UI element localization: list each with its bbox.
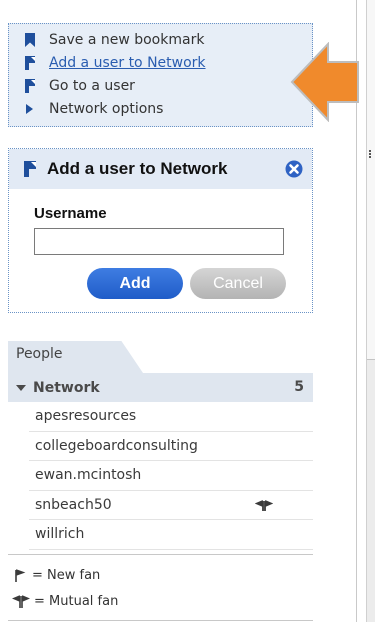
add-user-panel: Add a user to Network Username Add Cance… [8,148,313,313]
user-flag-icon [24,161,36,177]
list-item[interactable]: ewan.mcintosh [29,461,313,491]
menu-item-add-user[interactable]: Add a user to Network [23,51,312,74]
list-item[interactable]: willrich [29,520,313,550]
user-name[interactable]: snbeach50 [35,497,112,513]
people-list: apesresources collegeboardconsulting ewa… [29,402,313,550]
user-name[interactable]: willrich [35,526,84,542]
menu-item-network-options[interactable]: Network options [23,97,312,120]
legend-mutual-fan: = Mutual fan [12,594,118,609]
menu-item-label: Save a new bookmark [49,31,205,48]
menu-item-label[interactable]: Add a user to Network [49,55,206,71]
user-name[interactable]: apesresources [35,408,136,424]
divider [8,554,313,555]
user-name[interactable]: ewan.mcintosh [35,467,141,483]
user-name[interactable]: collegeboardconsulting [35,438,198,454]
menu-item-label: Network options [49,100,164,117]
mutual-fan-icon [12,594,30,608]
close-icon[interactable] [285,160,303,178]
network-group-header[interactable]: Network 5 [8,373,313,402]
menu-item-save-bookmark[interactable]: Save a new bookmark [23,28,312,51]
username-input[interactable] [34,228,284,255]
menu-item-go-to-user[interactable]: Go to a user [23,74,312,97]
page: Save a new bookmark Add a user to Networ… [0,0,375,622]
cancel-button[interactable]: Cancel [190,268,286,299]
pointer-arrow-icon [290,42,359,122]
list-item[interactable]: snbeach50 [29,491,313,520]
list-item[interactable]: apesresources [29,402,313,432]
resize-grip-icon[interactable] [369,150,371,158]
chevron-down-icon[interactable] [16,384,26,391]
legend-new-fan-label: = New fan [32,568,101,583]
menu-item-label: Go to a user [49,77,135,94]
bookmark-menu: Save a new bookmark Add a user to Networ… [8,23,313,127]
divider [8,620,313,621]
legend-mutual-fan-label: = Mutual fan [34,594,119,609]
new-fan-icon [15,568,26,582]
add-button[interactable]: Add [87,268,183,299]
panel-title: Add a user to Network [47,159,228,178]
tab-people[interactable]: People [8,341,143,373]
scrollbar[interactable] [366,0,375,622]
list-item[interactable]: collegeboardconsulting [29,432,313,461]
scrollbar-thumb[interactable] [367,0,375,360]
network-count: 5 [294,379,304,395]
legend-new-fan: = New fan [12,568,100,583]
mutual-fan-icon [255,499,273,511]
username-label: Username [34,205,107,222]
panel-header: Add a user to Network [9,149,312,189]
network-label: Network [33,379,100,396]
user-flag-icon [25,78,35,93]
user-flag-icon [25,55,35,70]
triangle-right-icon [26,103,33,114]
bookmark-icon [25,32,35,47]
